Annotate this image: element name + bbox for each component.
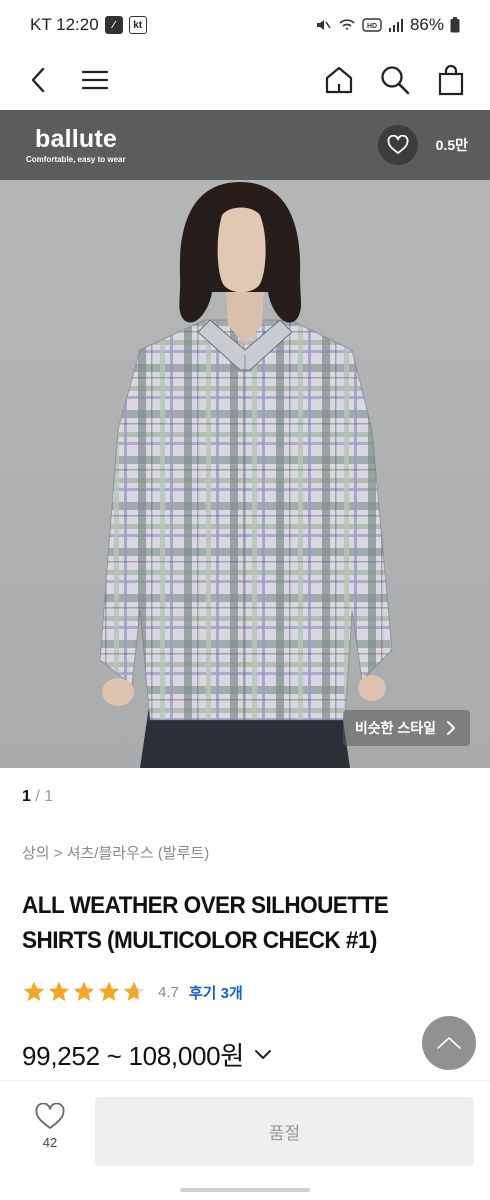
similar-style-label: 비슷한 스타일 xyxy=(354,720,436,736)
wifi-icon xyxy=(339,19,355,30)
review-count-link[interactable]: 후기 3개 xyxy=(189,982,243,1003)
star-full-icon xyxy=(23,981,45,1001)
brand-name: ballute xyxy=(35,125,117,153)
gesture-bar xyxy=(180,1188,310,1192)
star-full-icon xyxy=(73,981,95,1001)
heart-outline-icon xyxy=(35,1103,65,1129)
product-title: ALL WEATHER OVER SILHOUETTE SHIRTS (MULT… xyxy=(22,892,389,954)
pager-separator: / xyxy=(35,788,40,805)
star-full-icon xyxy=(48,981,70,1001)
brand-tagline: Comfortable, easy to wear xyxy=(26,155,126,164)
signal-icon xyxy=(388,19,403,32)
home-icon xyxy=(325,66,353,94)
heart-icon xyxy=(387,135,409,154)
hd-voice-icon: HD xyxy=(362,18,382,32)
star-full-icon xyxy=(98,981,120,1001)
chevron-left-icon xyxy=(31,67,45,93)
shopping-bag-icon xyxy=(438,64,464,96)
status-right: HD 86% xyxy=(314,15,460,35)
pager-total: 1 xyxy=(44,788,54,805)
similar-style-button[interactable]: 비슷한 스타일 xyxy=(342,710,470,746)
brand-bar[interactable]: ballute Comfortable, easy to wear 0.5만 xyxy=(0,110,490,180)
nav-left xyxy=(22,63,112,97)
bottom-action-bar: 42 품절 xyxy=(0,1080,490,1176)
chevron-up-icon xyxy=(437,1037,461,1049)
home-button[interactable] xyxy=(322,63,356,97)
wishlist-count: 42 xyxy=(42,1135,58,1150)
chevron-down-icon xyxy=(254,1049,271,1059)
rating-row[interactable]: 4.7 후기 3개 xyxy=(22,980,243,1004)
product-image[interactable]: 비슷한 스타일 xyxy=(0,180,490,768)
mute-icon xyxy=(316,20,331,30)
hamburger-menu-icon xyxy=(81,70,109,90)
star-rating xyxy=(22,980,146,1004)
menu-button[interactable] xyxy=(78,63,112,97)
brand-like-group: 0.5만 xyxy=(377,125,468,165)
star-partial-icon xyxy=(123,981,145,1001)
cart-button[interactable] xyxy=(434,63,468,97)
pager-current: 1 xyxy=(22,788,31,805)
product-photo xyxy=(99,182,393,768)
app-notification-badge: ⁄ xyxy=(104,16,123,34)
rating-value: 4.7 xyxy=(158,983,179,1001)
svg-text:HD: HD xyxy=(367,23,377,30)
scroll-to-top-button[interactable] xyxy=(422,1016,476,1070)
brand-like-button[interactable] xyxy=(377,125,418,165)
chevron-right-icon xyxy=(447,721,455,735)
status-bar: KT 12:20 ⁄ kt HD 86% xyxy=(0,0,490,50)
battery-percent: 86% xyxy=(409,15,444,34)
top-nav-bar xyxy=(0,50,490,110)
back-button[interactable] xyxy=(22,63,56,97)
price-row[interactable]: 99,252 ~ 108,000원 xyxy=(22,1036,272,1073)
battery-icon xyxy=(450,17,460,33)
status-left: KT 12:20 ⁄ kt xyxy=(30,15,147,35)
carrier-time: KT 12:20 xyxy=(30,15,99,34)
category-breadcrumb[interactable]: 상의 > 셔츠/블라우스 (발루트) xyxy=(22,842,209,863)
wishlist-button[interactable]: 42 xyxy=(26,1103,74,1163)
carrier-app-badge: kt xyxy=(128,16,147,34)
brand-logo[interactable]: ballute Comfortable, easy to wear xyxy=(26,125,126,165)
image-pager: 1 / 1 xyxy=(22,788,53,806)
search-button[interactable] xyxy=(378,63,412,97)
brand-like-count: 0.5만 xyxy=(435,137,468,153)
sold-out-button[interactable]: 품절 xyxy=(95,1097,474,1166)
price-range: 99,252 ~ 108,000원 xyxy=(22,1041,244,1071)
nav-right xyxy=(322,63,468,97)
search-icon xyxy=(381,66,410,95)
